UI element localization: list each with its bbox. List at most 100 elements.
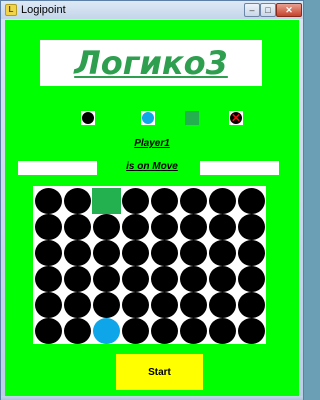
board-cell[interactable] [63, 214, 92, 240]
minimize-icon[interactable]: – [244, 3, 260, 17]
logo-text: Логико3 [74, 44, 228, 82]
board-cell[interactable] [63, 318, 92, 344]
board-cell[interactable] [63, 292, 92, 318]
board-cell[interactable] [179, 266, 208, 292]
board-cell[interactable] [63, 266, 92, 292]
board-cell[interactable] [237, 292, 266, 318]
black-piece [35, 240, 62, 266]
black-piece [122, 266, 149, 292]
black-piece [180, 214, 207, 240]
board-cell[interactable] [121, 292, 150, 318]
board-cell[interactable] [237, 266, 266, 292]
black-piece [209, 240, 236, 266]
black-piece [180, 188, 207, 214]
board-cell[interactable] [34, 292, 63, 318]
board-cell-green[interactable] [92, 188, 121, 214]
black-piece [122, 318, 149, 344]
legend-blocked-piece: ✕ [229, 111, 243, 125]
board-cell[interactable] [150, 318, 179, 344]
title-bar[interactable]: L Logipoint – □ ✕ [1, 1, 303, 19]
black-piece [151, 188, 178, 214]
board-cell[interactable] [92, 214, 121, 240]
black-piece [35, 318, 62, 344]
board-cell[interactable] [34, 188, 63, 214]
legend-blue-piece [141, 111, 155, 125]
board-cell[interactable] [121, 240, 150, 266]
black-piece [64, 292, 91, 318]
close-icon[interactable]: ✕ [276, 3, 302, 17]
board-cell[interactable] [92, 266, 121, 292]
board-cell[interactable] [34, 266, 63, 292]
board-cell[interactable] [150, 292, 179, 318]
board-cell[interactable] [179, 240, 208, 266]
maximize-icon[interactable]: □ [260, 3, 276, 17]
board-cell[interactable] [179, 292, 208, 318]
board-cell[interactable] [179, 214, 208, 240]
black-piece [180, 292, 207, 318]
board-cell[interactable] [121, 266, 150, 292]
black-piece [122, 214, 149, 240]
board-cell[interactable] [150, 266, 179, 292]
black-piece [64, 240, 91, 266]
board-cell[interactable] [121, 214, 150, 240]
board-cell[interactable] [92, 318, 121, 344]
board-cell[interactable] [92, 292, 121, 318]
black-piece [151, 240, 178, 266]
board-cell[interactable] [208, 292, 237, 318]
black-piece [209, 266, 236, 292]
legend-green-square [185, 111, 199, 125]
black-piece [180, 318, 207, 344]
black-piece [209, 214, 236, 240]
logo: Логико3 [40, 40, 262, 86]
board-cell[interactable] [208, 214, 237, 240]
board-cell[interactable] [34, 214, 63, 240]
black-piece [35, 188, 62, 214]
board-cell[interactable] [92, 240, 121, 266]
board-cell[interactable] [63, 188, 92, 214]
board-cell[interactable] [63, 240, 92, 266]
black-piece [151, 292, 178, 318]
black-piece [35, 214, 62, 240]
board-cell[interactable] [208, 318, 237, 344]
black-piece [64, 266, 91, 292]
board-cell[interactable] [237, 318, 266, 344]
black-piece [93, 240, 120, 266]
board-cell[interactable] [208, 240, 237, 266]
board-cell[interactable] [121, 318, 150, 344]
board-cell[interactable] [34, 240, 63, 266]
board-cell[interactable] [34, 318, 63, 344]
board-cell[interactable] [121, 188, 150, 214]
board-cell[interactable] [237, 188, 266, 214]
black-piece [209, 292, 236, 318]
game-board[interactable] [33, 186, 266, 344]
app-icon: L [5, 4, 17, 16]
blue-piece-icon [142, 112, 154, 124]
black-piece [35, 266, 62, 292]
window-title: Logipoint [21, 4, 66, 16]
board-cell[interactable] [150, 240, 179, 266]
black-piece [64, 188, 91, 214]
start-button[interactable]: Start [116, 354, 203, 390]
board-cell[interactable] [208, 188, 237, 214]
black-piece [151, 214, 178, 240]
board-cell[interactable] [150, 188, 179, 214]
black-piece [238, 240, 265, 266]
black-piece [238, 266, 265, 292]
black-piece [151, 318, 178, 344]
right-status-field[interactable] [200, 161, 279, 175]
black-piece [151, 266, 178, 292]
board-cell[interactable] [179, 188, 208, 214]
board-cell[interactable] [208, 266, 237, 292]
left-status-field[interactable] [18, 161, 97, 175]
board-cell[interactable] [150, 214, 179, 240]
legend-black-piece [81, 111, 95, 125]
black-piece-icon [82, 112, 94, 124]
green-square-icon [185, 111, 199, 125]
window-bottom-edge [1, 396, 303, 400]
black-piece [64, 214, 91, 240]
board-cell[interactable] [179, 318, 208, 344]
black-piece [64, 318, 91, 344]
board-cell[interactable] [237, 214, 266, 240]
black-piece [122, 292, 149, 318]
board-cell[interactable] [237, 240, 266, 266]
